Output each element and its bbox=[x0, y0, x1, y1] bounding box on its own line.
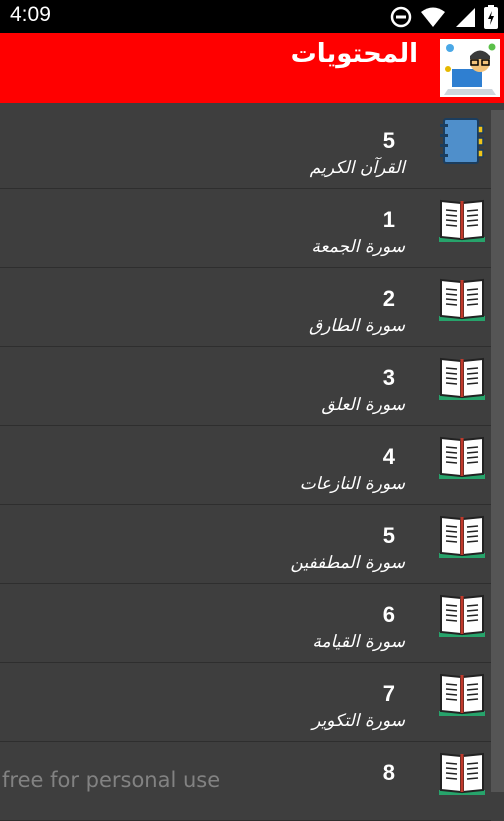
contents-list: 5 القرآن الكريم 1 سورة الجمعة 2 سورة الط… bbox=[0, 110, 491, 821]
status-icons bbox=[390, 5, 498, 29]
item-number: 6 bbox=[382, 602, 395, 627]
list-item[interactable]: 7 سورة التكوير bbox=[0, 663, 491, 742]
item-number: 7 bbox=[382, 681, 395, 706]
book-icon bbox=[439, 673, 485, 716]
app-logo bbox=[440, 39, 500, 97]
book-icon bbox=[439, 357, 485, 400]
item-title: سورة الجمعة bbox=[311, 237, 405, 257]
list-item[interactable]: 6 سورة القيامة bbox=[0, 584, 491, 663]
item-number: 5 bbox=[382, 523, 395, 548]
item-title: سورة القيامة bbox=[312, 632, 405, 652]
item-number: 8 bbox=[382, 760, 395, 785]
status-time: 4:09 bbox=[10, 3, 51, 26]
book-icon bbox=[439, 752, 485, 795]
item-number: 2 bbox=[382, 286, 395, 311]
item-number: 3 bbox=[382, 365, 395, 390]
item-title: سورة التكوير bbox=[312, 711, 405, 731]
battery-icon bbox=[484, 5, 498, 29]
list-item[interactable]: 4 سورة النازعات bbox=[0, 426, 491, 505]
scrollbar[interactable] bbox=[491, 110, 504, 792]
item-number: 5 bbox=[382, 128, 395, 153]
signal-icon bbox=[456, 8, 475, 27]
status-bar: 4:09 bbox=[0, 0, 504, 33]
list-item[interactable]: 1 سورة الجمعة bbox=[0, 189, 491, 268]
page-title: المحتويات bbox=[290, 39, 418, 69]
wifi-icon bbox=[421, 7, 445, 27]
book-icon bbox=[439, 436, 485, 479]
list-item[interactable]: 5 سورة المطففين bbox=[0, 505, 491, 584]
list-item[interactable]: 3 سورة العلق bbox=[0, 347, 491, 426]
item-title: سورة النازعات bbox=[299, 474, 405, 494]
item-title: سورة العلق bbox=[321, 395, 405, 415]
notebook-icon bbox=[440, 118, 484, 164]
item-number: 4 bbox=[382, 444, 395, 469]
do-not-disturb-icon bbox=[390, 6, 412, 28]
list-item[interactable]: 5 القرآن الكريم bbox=[0, 110, 491, 189]
list-item[interactable]: 2 سورة الطارق bbox=[0, 268, 491, 347]
item-number: 1 bbox=[382, 207, 395, 232]
item-title: سورة الطارق bbox=[309, 316, 405, 336]
book-icon bbox=[439, 278, 485, 321]
item-title: القرآن الكريم bbox=[309, 158, 405, 178]
book-icon bbox=[439, 515, 485, 558]
watermark: free for personal use bbox=[2, 768, 221, 792]
app-bar: المحتويات bbox=[0, 33, 504, 103]
item-title: سورة المطففين bbox=[290, 553, 406, 573]
book-icon bbox=[439, 199, 485, 242]
book-icon bbox=[439, 594, 485, 637]
